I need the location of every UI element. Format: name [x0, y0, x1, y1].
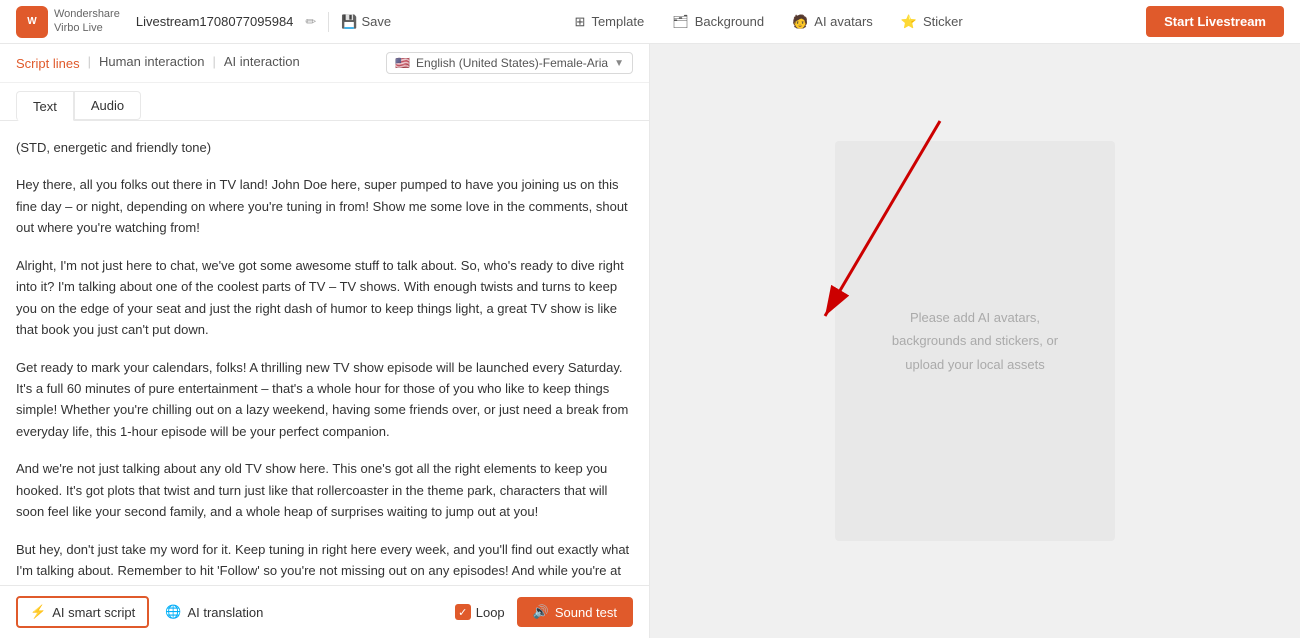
ai-smart-script-button[interactable]: ⚡ AI smart script — [16, 596, 149, 628]
loop-checkbox[interactable]: ✓ Loop — [455, 604, 505, 620]
tab-script-lines[interactable]: Script lines — [16, 54, 80, 73]
logo-icon: W — [16, 6, 48, 38]
tab-text[interactable]: Text — [16, 91, 74, 121]
chevron-down-icon: ▼ — [614, 58, 624, 69]
save-icon: 💾 — [341, 14, 357, 30]
template-icon: ⊞ — [575, 14, 586, 30]
tab-sep-2: | — [212, 54, 215, 73]
script-header: Script lines | Human interaction | AI in… — [0, 44, 649, 83]
paragraph-3: Get ready to mark your calendars, folks!… — [16, 357, 633, 443]
save-button[interactable]: 💾 Save — [341, 14, 391, 30]
flag-icon: 🇺🇸 — [395, 56, 410, 70]
sticker-icon: ⭐ — [901, 14, 917, 30]
paragraph-0: (STD, energetic and friendly tone) — [16, 137, 633, 158]
right-panel: Please add AI avatars, backgrounds and s… — [650, 44, 1300, 638]
check-icon: ✓ — [455, 604, 471, 620]
ai-translation-button[interactable]: 🌐 AI translation — [165, 604, 263, 620]
edit-icon[interactable]: ✏ — [305, 14, 316, 30]
preview-area: Please add AI avatars, backgrounds and s… — [650, 44, 1300, 638]
start-livestream-button[interactable]: Start Livestream — [1146, 6, 1284, 37]
nav-background[interactable]: 🗂 Background — [672, 14, 764, 30]
divider — [328, 12, 329, 32]
paragraph-2: Alright, I'm not just here to chat, we'v… — [16, 255, 633, 341]
ai-smart-icon: ⚡ — [30, 604, 46, 620]
tab-audio[interactable]: Audio — [74, 91, 141, 120]
bottom-right: ✓ Loop 🔊 Sound test — [455, 597, 633, 627]
bottom-bar: ⚡ AI smart script 🌐 AI translation ✓ Loo… — [0, 585, 649, 638]
main-area: Script lines | Human interaction | AI in… — [0, 44, 1300, 638]
paragraph-1: Hey there, all you folks out there in TV… — [16, 174, 633, 238]
background-icon: 🗂 — [672, 14, 689, 30]
header-left: W Wondershare Virbo Live Livestream17080… — [16, 6, 391, 38]
script-tab-bar: Script lines | Human interaction | AI in… — [16, 54, 300, 73]
brand-name: Wondershare Virbo Live — [54, 8, 120, 34]
language-selector[interactable]: 🇺🇸 English (United States)-Female-Aria ▼ — [386, 52, 633, 74]
logo-area: W Wondershare Virbo Live — [16, 6, 120, 38]
preview-placeholder: Please add AI avatars, backgrounds and s… — [892, 306, 1058, 376]
content-tab-bar: Text Audio — [0, 83, 649, 121]
bottom-left: ⚡ AI smart script 🌐 AI translation — [16, 596, 263, 628]
preview-box: Please add AI avatars, backgrounds and s… — [835, 141, 1115, 541]
paragraph-4: And we're not just talking about any old… — [16, 458, 633, 522]
header-nav: ⊞ Template 🗂 Background 🧑 AI avatars ⭐ S… — [575, 14, 963, 30]
ai-translate-icon: 🌐 — [165, 604, 181, 620]
nav-template[interactable]: ⊞ Template — [575, 14, 645, 30]
sound-test-button[interactable]: 🔊 Sound test — [517, 597, 633, 627]
tab-human-interaction[interactable]: Human interaction — [99, 54, 205, 73]
nav-sticker[interactable]: ⭐ Sticker — [901, 14, 963, 30]
sound-icon: 🔊 — [533, 604, 549, 620]
stream-title: Livestream1708077095984 — [136, 14, 294, 29]
app-header: W Wondershare Virbo Live Livestream17080… — [0, 0, 1300, 44]
ai-avatars-icon: 🧑 — [792, 14, 808, 30]
tab-sep-1: | — [88, 54, 91, 73]
script-content[interactable]: (STD, energetic and friendly tone) Hey t… — [0, 121, 649, 585]
left-panel: Script lines | Human interaction | AI in… — [0, 44, 650, 638]
nav-ai-avatars[interactable]: 🧑 AI avatars — [792, 14, 873, 30]
paragraph-5: But hey, don't just take my word for it.… — [16, 539, 633, 585]
tab-ai-interaction[interactable]: AI interaction — [224, 54, 300, 73]
